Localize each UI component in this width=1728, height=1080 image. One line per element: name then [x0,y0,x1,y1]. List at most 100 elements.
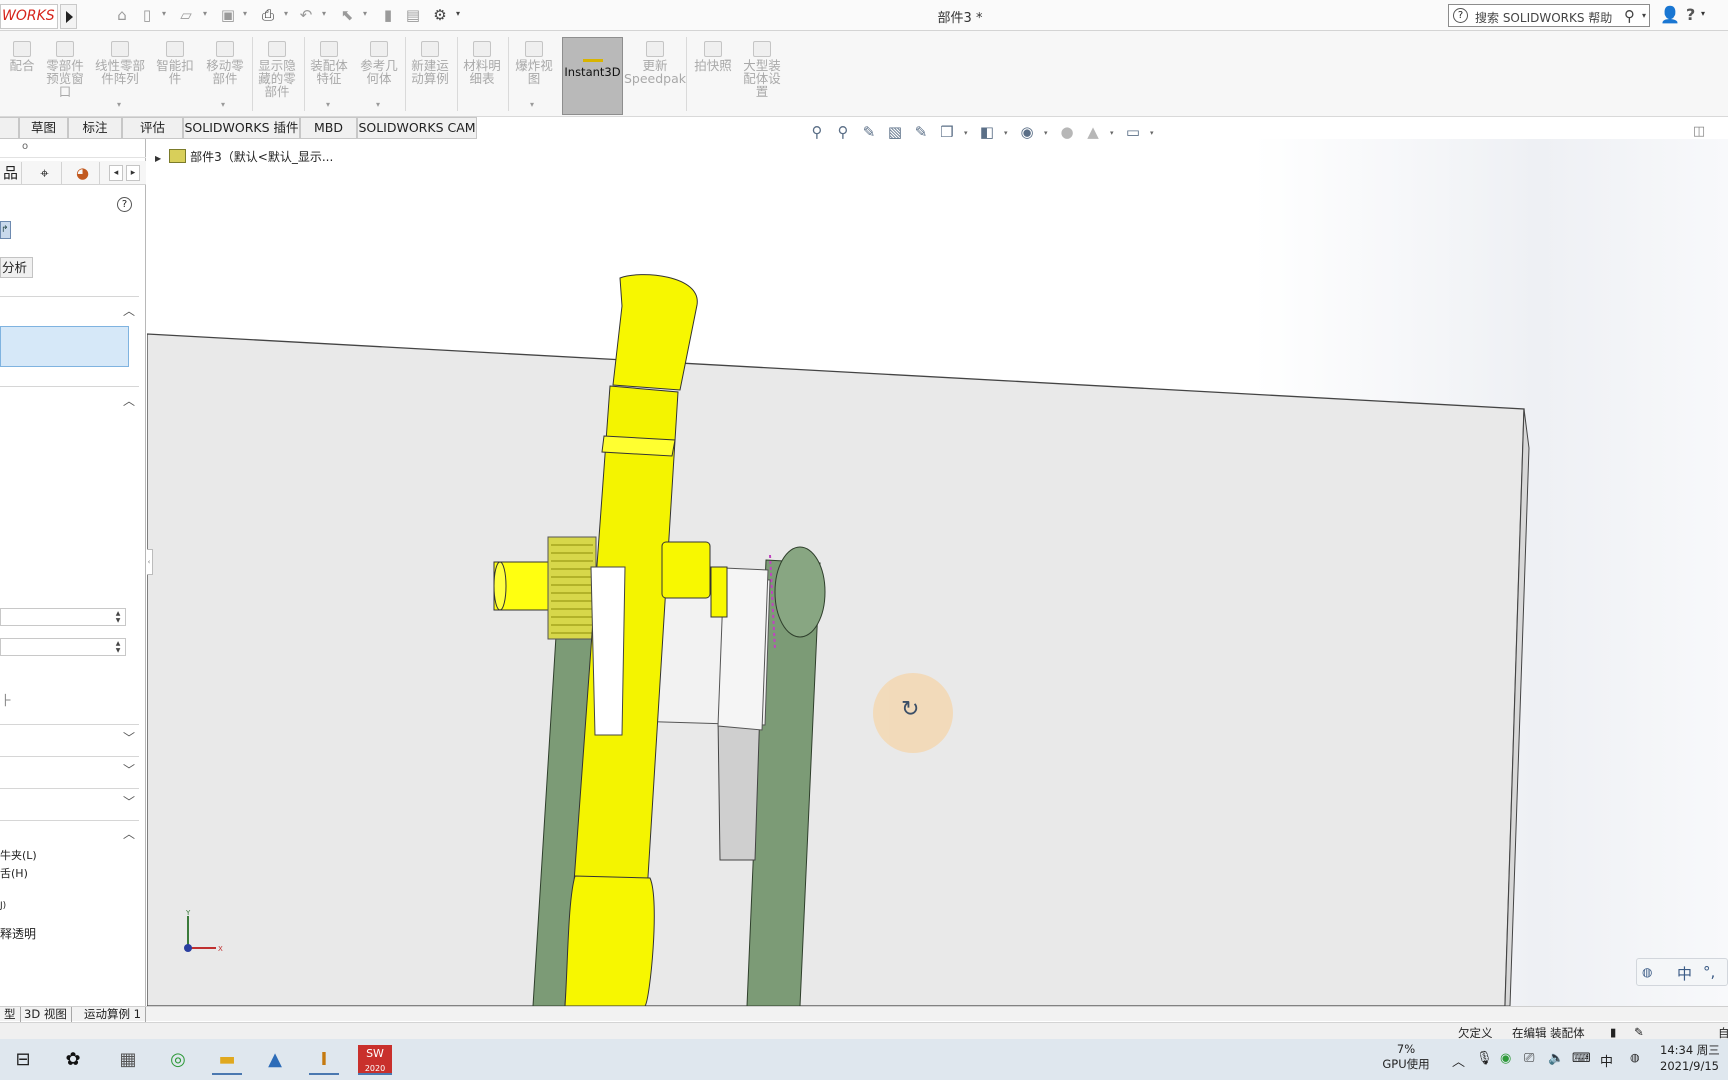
section-view-icon[interactable]: ▧ [886,123,904,141]
view-orientation-icon[interactable]: ❒ [938,123,956,141]
assembly-features-button[interactable]: 装配体 特征 [306,41,352,85]
instant3d-button[interactable]: Instant3D [562,37,623,115]
ime-language-toggle[interactable]: 中 [1677,963,1692,984]
appearance-icon[interactable]: ◕ [66,162,100,184]
collapse-chevron-icon[interactable]: ︿ [123,302,135,319]
app-s-icon[interactable]: ✿ [58,1045,88,1075]
bill-of-materials-button[interactable]: 材料明 细表 [459,41,505,85]
large-assembly-settings-button[interactable]: 大型装 配体设 置 [738,41,786,98]
analysis-button[interactable]: 分析 [0,257,33,278]
keyboard-icon[interactable]: ⌨ [1572,1051,1591,1066]
system-clock[interactable]: 14:34 周三 2021/9/15 [1660,1042,1728,1074]
solidworks-2020-icon[interactable]: SW 2020 [358,1045,392,1075]
apply-scene-dropdown-icon[interactable]: ▾ [1110,129,1114,137]
tab-solidworks-addins[interactable]: SOLIDWORKS 插件 [183,117,300,139]
display-style-icon[interactable]: ◧ [978,123,996,141]
browser-icon[interactable]: ◎ [163,1045,193,1075]
file-properties-icon[interactable]: ▤ [404,6,422,24]
target-icon[interactable]: ⌖ [28,162,62,184]
tray-expand-icon[interactable]: ︿ [1452,1051,1465,1070]
tab-prev-hidden[interactable] [0,117,19,139]
view-settings-dropdown-icon[interactable]: ▾ [1150,129,1154,137]
print-dropdown-icon[interactable]: ▾ [284,9,288,18]
move-component-dropdown-icon[interactable]: ▾ [221,100,225,109]
selection-box[interactable] [0,326,129,367]
tab-model[interactable]: 型 [0,1007,21,1022]
option-label-4[interactable]: 释透明 [0,925,36,942]
assembly-features-dropdown-icon[interactable]: ▾ [326,100,330,109]
collapse-chevron-icon[interactable]: ︿ [123,392,135,409]
open-icon[interactable]: ▱ [176,6,196,24]
move-component-button[interactable]: 移动零 部件 [202,41,248,85]
home-icon[interactable]: ⌂ [112,6,132,24]
option-icon[interactable]: ⺊ [0,690,13,709]
select-dropdown-icon[interactable]: ▾ [363,9,367,18]
graphics-area[interactable]: ‹ [147,139,1728,1006]
help-menu-dropdown-icon[interactable]: ▾ [1701,9,1705,18]
app-tray-icon[interactable]: ◉ [1500,1051,1511,1066]
ifly-tray-icon[interactable]: ◍ [1630,1051,1640,1064]
menu-expand-arrow[interactable] [60,4,77,29]
ime-toolbar[interactable]: ◍ 中 °, [1636,958,1728,986]
print-icon[interactable]: ⎙ [257,6,279,24]
tab-sketch[interactable]: 草图 [19,117,68,139]
tab-scroll-left-icon[interactable]: ◂ [109,165,123,181]
network-icon[interactable]: ⎚ [1524,1051,1534,1066]
undo-icon[interactable]: ↶ [296,6,316,24]
numeric-spinner-2[interactable]: ▲ ▼ [0,638,126,656]
panel-collapse-handle[interactable]: ‹ [147,549,153,575]
expand-chevron-icon[interactable]: ﹀ [123,761,135,778]
collapse-chevron-icon[interactable]: ︿ [123,825,135,842]
tab-scroll-right-icon[interactable]: ▸ [126,165,140,181]
apply-scene-icon[interactable]: ▲ [1084,123,1102,141]
search-dropdown-icon[interactable]: ▾ [1642,11,1646,20]
photos-icon[interactable]: ▲ [260,1045,290,1075]
options-dropdown-icon[interactable]: ▾ [456,9,460,18]
exploded-view-button[interactable]: 爆炸视 图 [510,41,558,85]
option-label-1[interactable]: 牛夹(L) [0,847,37,863]
calculator-icon[interactable]: ▦ [113,1045,143,1075]
save-icon[interactable]: ▣ [218,6,238,24]
tab-mbd[interactable]: MBD [300,117,357,139]
take-snapshot-button[interactable]: 拍快照 [690,41,736,72]
help-icon[interactable]: ? [117,197,132,212]
dynamic-annotation-icon[interactable]: ✎ [912,123,930,141]
update-speedpak-button[interactable]: 更新 Speedpak [624,41,686,85]
zoom-to-fit-icon[interactable]: ⚲ [808,123,826,141]
help-search-box[interactable]: ? 搜索 SOLIDWORKS 帮助 ⚲ ▾ [1448,4,1650,27]
app-i-icon[interactable]: I [309,1045,339,1075]
pin-icon[interactable]: ↱ [0,221,11,239]
ime-punctuation-icon[interactable]: °, [1703,963,1715,981]
microphone-icon[interactable]: 🎙 [1476,1051,1493,1066]
new-dropdown-icon[interactable]: ▾ [162,9,166,18]
tab-annotation[interactable]: 标注 [68,117,122,139]
search-icon[interactable]: ⚲ [1624,7,1635,25]
rebuild-status-icon[interactable]: ▮ [1610,1025,1616,1039]
reference-geometry-dropdown-icon[interactable]: ▾ [376,100,380,109]
restore-panel-icon[interactable]: ◫ [1690,123,1708,141]
task-view-icon[interactable]: ⊟ [8,1045,38,1075]
linear-pattern-dropdown-icon[interactable]: ▾ [117,100,121,109]
spinner-arrows-icon[interactable]: ▲ ▼ [112,610,124,624]
numeric-spinner-1[interactable]: ▲ ▼ [0,608,126,626]
option-label-3[interactable]: J) [0,901,6,911]
exploded-view-dropdown-icon[interactable]: ▾ [530,100,534,109]
expand-chevron-icon[interactable]: ﹀ [123,793,135,810]
component-preview-button[interactable]: 零部件 预览窗 口 [42,41,88,98]
option-label-2[interactable]: 舌(H) [0,865,28,881]
user-icon[interactable]: 👤 [1660,5,1680,24]
new-motion-study-button[interactable]: 新建运 动算例 [407,41,453,85]
mate-button[interactable]: 配合 [4,41,40,72]
smart-fasteners-button[interactable]: 智能扣 件 [152,41,198,85]
rebuild-icon[interactable]: ▮ [380,6,396,24]
linear-pattern-button[interactable]: 线性零部 件阵列 [92,41,148,85]
tab-3d-view[interactable]: 3D 视图 [20,1007,72,1022]
tab-evaluate[interactable]: 评估 [122,117,183,139]
undo-dropdown-icon[interactable]: ▾ [322,9,326,18]
reference-geometry-button[interactable]: 参考几 何体 [356,41,402,85]
open-dropdown-icon[interactable]: ▾ [203,9,207,18]
solidworks-logo[interactable]: WORKS [0,4,58,29]
new-icon[interactable]: ▯ [138,6,156,24]
view-orientation-dropdown-icon[interactable]: ▾ [964,129,968,137]
previous-view-icon[interactable]: ✎ [860,123,878,141]
